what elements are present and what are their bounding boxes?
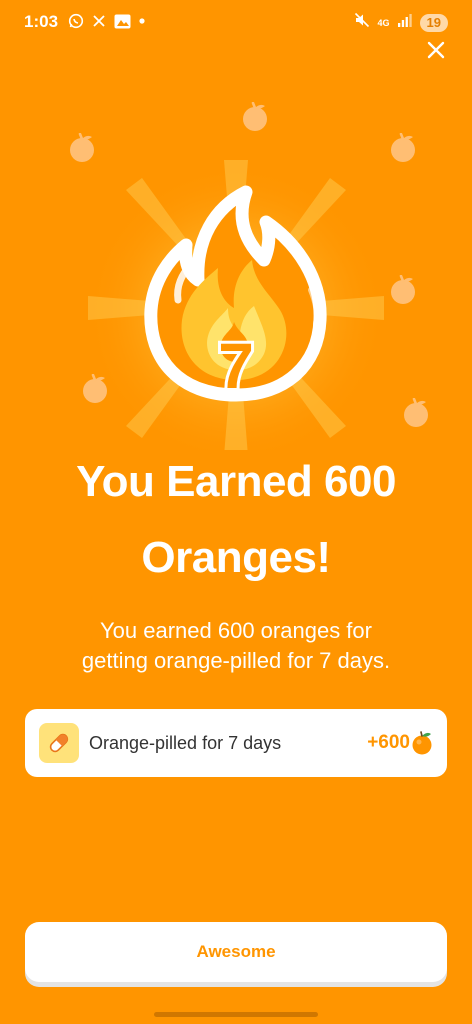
notification-dot-icon bbox=[139, 18, 145, 24]
status-bar: 1:03 4G 19 bbox=[0, 0, 472, 44]
headline-line-2: Oranges! bbox=[141, 533, 331, 582]
streak-number: 7 bbox=[218, 330, 254, 402]
system-status: 4G 19 bbox=[354, 12, 448, 33]
x-icon bbox=[92, 14, 106, 28]
orange-icon bbox=[391, 275, 415, 304]
whatsapp-icon bbox=[68, 13, 84, 29]
reward-label: Orange-pilled for 7 days bbox=[89, 732, 282, 753]
orange-icon bbox=[243, 102, 267, 131]
pill-icon bbox=[39, 723, 79, 763]
signal-icon bbox=[397, 13, 412, 32]
home-indicator bbox=[154, 1012, 318, 1017]
headline-line-1: You Earned 600 bbox=[76, 457, 396, 506]
mute-icon bbox=[354, 12, 370, 33]
close-icon bbox=[427, 41, 445, 59]
subtext-line-2: getting orange-pilled for 7 days. bbox=[81, 648, 391, 673]
status-time: 1:03 bbox=[24, 12, 59, 31]
close-button[interactable] bbox=[424, 38, 448, 62]
notification-icons bbox=[68, 13, 145, 29]
orange-icon bbox=[404, 398, 428, 427]
battery-level: 19 bbox=[419, 13, 448, 32]
subtext-line-1: You earned 600 oranges for bbox=[100, 618, 372, 643]
reward-card: Orange-pilled for 7 days +600 bbox=[25, 709, 447, 777]
network-type: 4G bbox=[377, 17, 390, 28]
gallery-icon bbox=[114, 14, 131, 29]
orange-icon bbox=[391, 133, 415, 162]
orange-icon bbox=[412, 731, 432, 755]
reward-amount: +600 bbox=[367, 732, 410, 753]
subtext: You earned 600 oranges for getting orang… bbox=[30, 616, 442, 676]
awesome-button[interactable]: Awesome bbox=[25, 922, 447, 982]
streak-flame-illustration: 7 bbox=[86, 158, 386, 450]
headline: You Earned 600 Oranges! bbox=[20, 444, 452, 596]
